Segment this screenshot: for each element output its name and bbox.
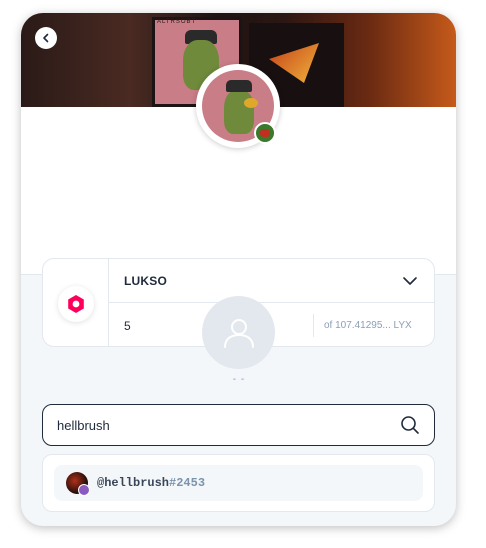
token-logo-column (43, 259, 109, 346)
amount-input[interactable]: 5 (124, 319, 131, 333)
amount-divider (313, 314, 314, 337)
chevron-down-icon[interactable] (402, 273, 418, 289)
lukso-logo-icon (57, 285, 94, 322)
recipient-avatar (202, 296, 275, 369)
result-handle: @hellbrush (97, 476, 170, 490)
token-name: LUKSO (124, 274, 167, 288)
search-icon[interactable] (400, 415, 420, 435)
back-button[interactable] (35, 27, 57, 49)
recipient-search (42, 404, 435, 446)
token-balance: of 107.41295... LYX (324, 320, 412, 331)
recipient-name: - - (232, 374, 246, 385)
search-results: @hellbrush#2453 (42, 454, 435, 512)
result-item[interactable]: @hellbrush#2453 (54, 465, 423, 501)
sender-avatar (196, 64, 280, 148)
result-id: #2453 (169, 476, 206, 490)
profile-badge-icon (254, 122, 276, 144)
token-dropdown[interactable]: LUKSO (109, 259, 434, 303)
result-avatar (66, 472, 90, 496)
chevron-left-icon (43, 33, 49, 43)
banner-art-label: ALTRSOBT (157, 19, 197, 25)
transfer-card: ALTRSOBT LUKSO 5 of 107.41295... LYX - -… (21, 13, 456, 526)
search-input[interactable] (57, 405, 377, 445)
user-placeholder-icon (223, 318, 254, 348)
result-profile-name: @hellbrush#2453 (97, 476, 205, 490)
